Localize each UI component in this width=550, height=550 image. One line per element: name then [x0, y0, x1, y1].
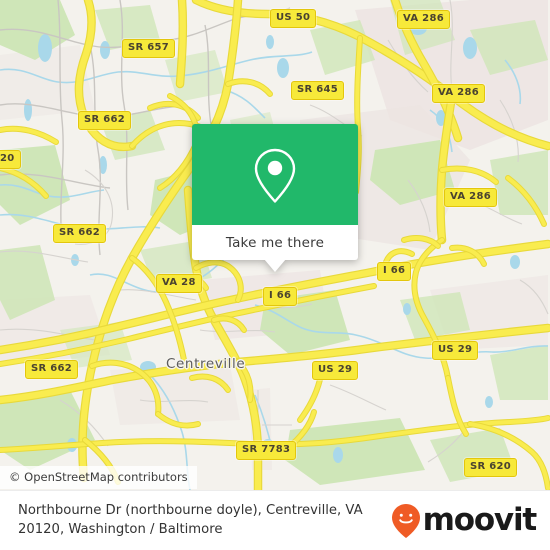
moovit-pin-smile-icon: [391, 503, 420, 538]
highway-shield[interactable]: SR 620: [464, 458, 518, 477]
highway-shield[interactable]: SR 662: [78, 111, 132, 130]
footer-bar: Northbourne Dr (northbourne doyle), Cent…: [0, 490, 550, 550]
highway-shield[interactable]: I 66: [377, 262, 412, 281]
highway-shield[interactable]: US 29: [432, 341, 479, 360]
moovit-wordmark: moovit: [422, 502, 538, 538]
take-me-there-button[interactable]: Take me there: [192, 225, 358, 260]
map-canvas[interactable]: .park { fill:#cfe6b8; } .urban { fill:#e…: [0, 0, 550, 490]
highway-shield[interactable]: US 50: [270, 9, 317, 28]
highway-shield[interactable]: SR 662: [25, 360, 79, 379]
location-description: Northbourne Dr (northbourne doyle), Cent…: [18, 502, 363, 537]
highway-shield[interactable]: SR 657: [122, 39, 176, 58]
popup-pin-panel: [192, 124, 358, 225]
place-label-centreville: Centreville: [166, 356, 246, 372]
highway-shield[interactable]: VA 286: [397, 10, 450, 29]
highway-shield[interactable]: VA 28: [156, 274, 202, 293]
location-popup-card[interactable]: Take me there: [192, 124, 358, 272]
highway-shield[interactable]: VA 286: [432, 84, 485, 103]
highway-shield[interactable]: SR 645: [291, 81, 345, 100]
highway-shield[interactable]: SR 7783: [236, 441, 297, 460]
moovit-logo[interactable]: moovit: [391, 502, 538, 539]
highway-shield[interactable]: 20: [0, 150, 21, 169]
popup-tail-pointer: [264, 259, 286, 272]
map-screenshot: .park { fill:#cfe6b8; } .urban { fill:#e…: [0, 0, 550, 550]
map-pin-icon: [254, 148, 296, 203]
osm-attribution[interactable]: © OpenStreetMap contributors: [0, 466, 197, 489]
take-me-there-label: Take me there: [225, 234, 325, 251]
highway-shield[interactable]: I 66: [263, 287, 298, 306]
highway-shield[interactable]: US 29: [312, 361, 359, 380]
highway-shield[interactable]: VA 286: [444, 188, 497, 207]
highway-shield[interactable]: SR 662: [53, 224, 107, 243]
